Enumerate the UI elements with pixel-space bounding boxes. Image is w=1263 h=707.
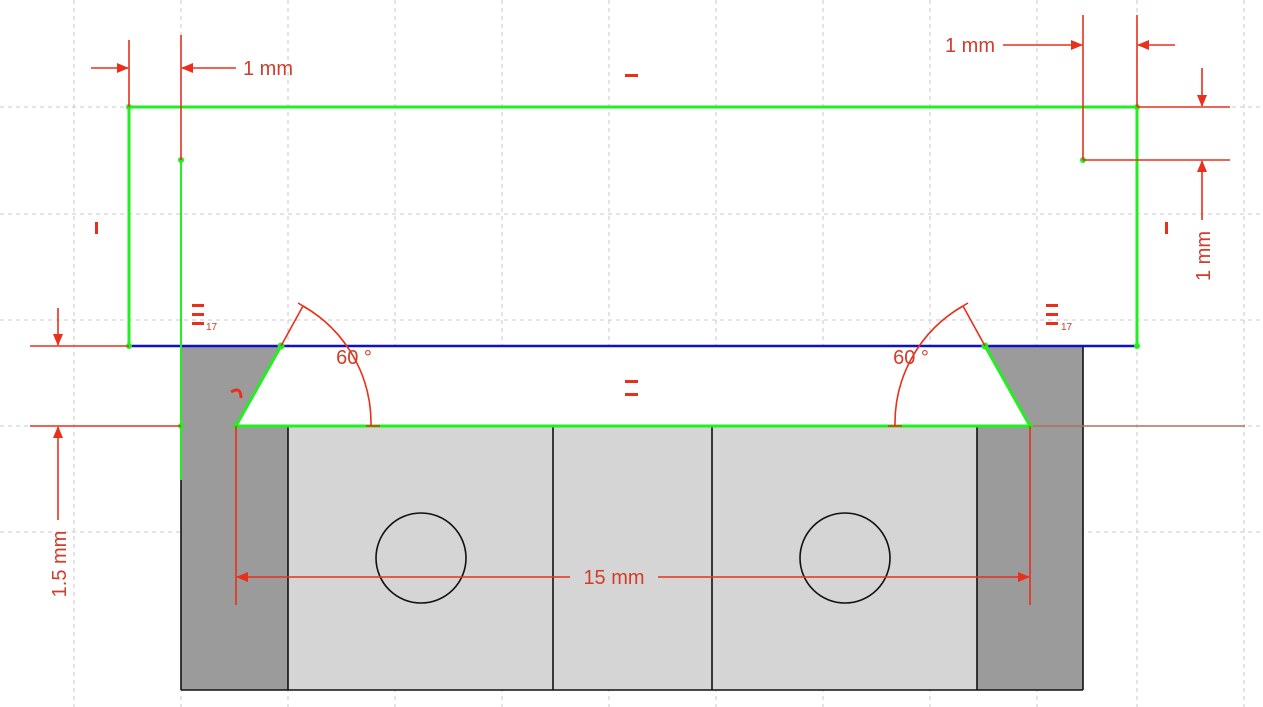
dimension-label: 1 mm: [1193, 231, 1215, 281]
horizontal-constraint-icon[interactable]: [625, 74, 638, 77]
dimension-label: 1 mm: [243, 58, 293, 80]
coincident-constraint-icon[interactable]: 17: [1046, 304, 1073, 333]
coincident-constraint-icon[interactable]: 17: [192, 304, 218, 333]
constraint-index: 17: [1061, 322, 1073, 333]
angle-label: 60 °: [336, 347, 372, 369]
equal-constraint-icon[interactable]: [625, 380, 638, 383]
dimension-left-offset[interactable]: 1 mm: [91, 35, 293, 160]
vertical-constraint-icon[interactable]: [1165, 222, 1168, 234]
equal-constraint-icon[interactable]: [625, 393, 638, 396]
angle-label: 60 °: [893, 347, 929, 369]
dimension-label: 1 mm: [945, 35, 995, 57]
solid-body[interactable]: [180, 346, 1084, 691]
dimension-label: 15 mm: [583, 567, 644, 589]
dimension-left-height[interactable]: 1.5 mm: [30, 308, 181, 597]
dimension-right-offset[interactable]: 1 mm: [945, 15, 1175, 160]
body-center-light-block: [288, 426, 977, 690]
constraint-index: 17: [206, 322, 218, 333]
vertex-point[interactable]: [1134, 343, 1140, 349]
dimension-right-vertical[interactable]: 1 mm: [1083, 68, 1230, 281]
outer-rectangle[interactable]: [127, 105, 1139, 346]
sketch-canvas[interactable]: 1 mm 1 mm 1 mm 1.5 mm 15 mm 60 ° 60 ° 17…: [0, 0, 1263, 707]
vertical-constraint-icon[interactable]: [95, 222, 98, 234]
dimension-label: 1.5 mm: [49, 531, 71, 598]
